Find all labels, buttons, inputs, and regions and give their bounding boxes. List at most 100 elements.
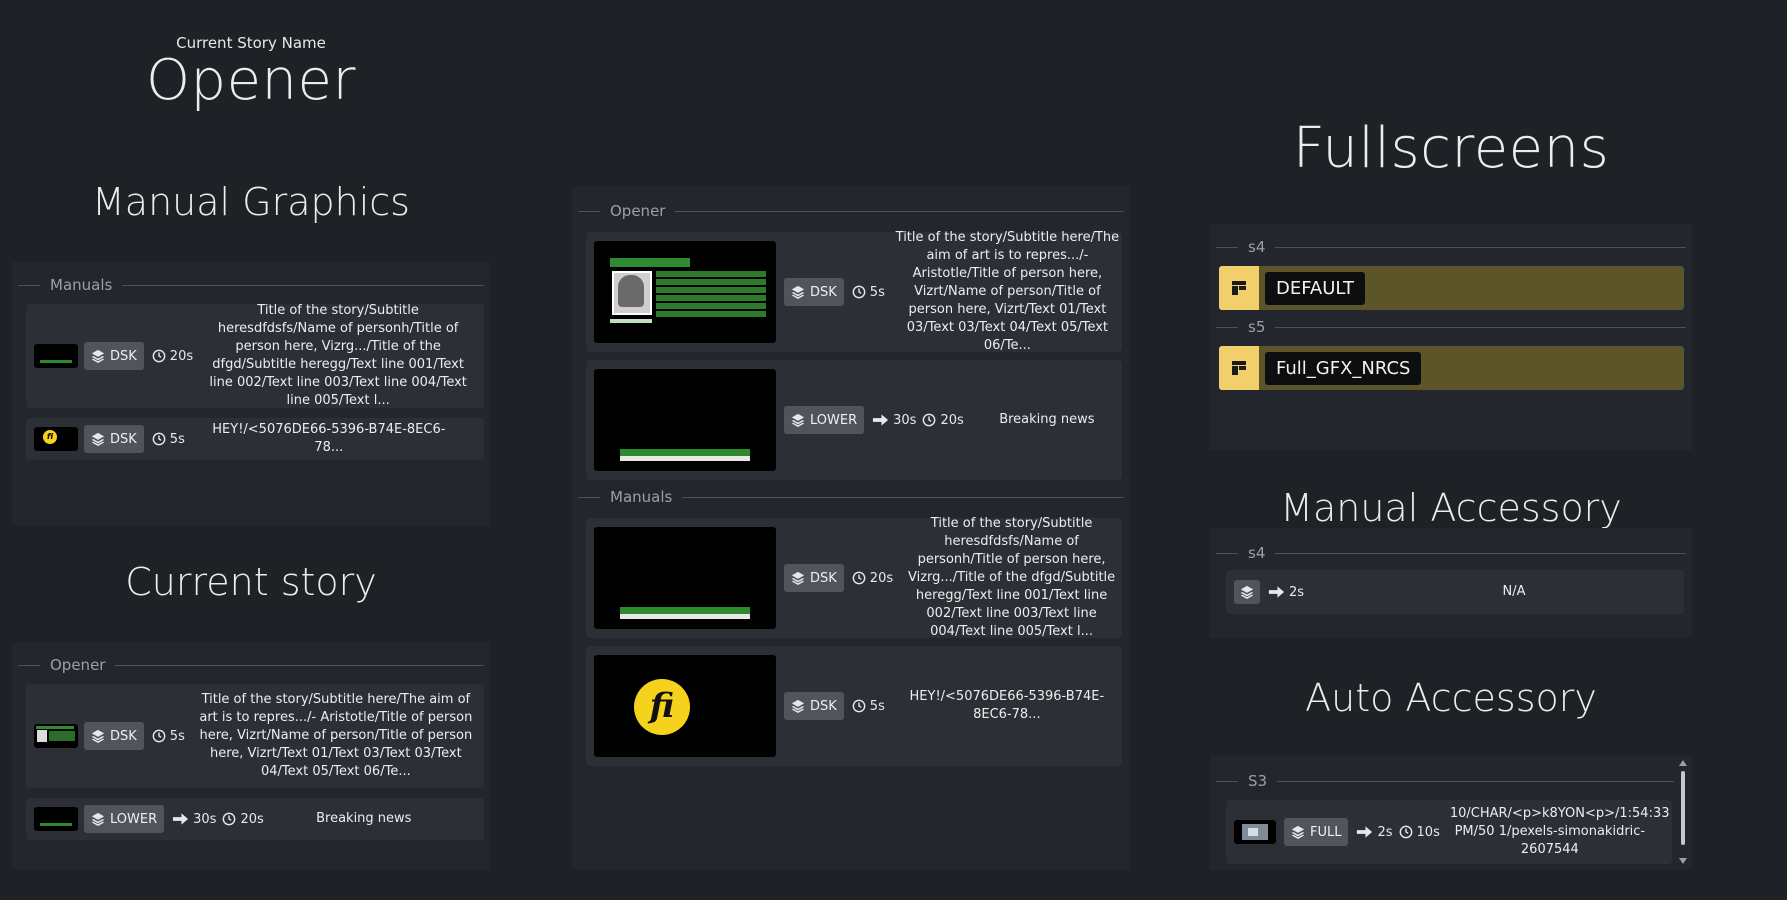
- transition: 2s: [1356, 824, 1393, 840]
- duration: 20s: [152, 349, 193, 364]
- item-description: 10/CHAR/<p>k8YON<p>/1:54:33 PM/50 1/pexe…: [1449, 806, 1670, 857]
- manual-graphics-panel: Manuals DSK 20s Title of the story/Subti…: [12, 262, 490, 526]
- clock-icon: [152, 729, 166, 743]
- duration-label: 5s: [169, 728, 185, 744]
- tag-label: DSK: [810, 698, 837, 714]
- auto-accessory-title: Auto Accessory: [1305, 676, 1597, 720]
- item-description: Title of the story/Subtitle heresdfdsfs/…: [209, 303, 467, 408]
- fullscreens-title: Fullscreens: [1292, 116, 1610, 181]
- duration-label: 10s: [1416, 824, 1440, 840]
- duration-label: 20s: [240, 811, 264, 827]
- scrollbar[interactable]: [1679, 760, 1687, 864]
- dsk-tag[interactable]: DSK: [784, 692, 844, 720]
- duration-label: 5s: [869, 284, 885, 300]
- group-header: Opener: [18, 656, 484, 674]
- duration: 5s: [852, 285, 885, 300]
- template-icon: [1219, 266, 1259, 310]
- full-tag[interactable]: FULL: [1284, 818, 1349, 846]
- manual-graphics-title: Manual Graphics: [92, 180, 410, 224]
- item-description: Breaking news: [999, 412, 1095, 427]
- rundown-item[interactable]: LOWER 30s 20s Breaking news: [586, 360, 1122, 480]
- layers-icon: [791, 699, 805, 713]
- current-story-name: Opener: [145, 48, 357, 113]
- transition: 30s: [872, 413, 916, 428]
- dsk-tag[interactable]: DSK: [84, 425, 144, 453]
- logo-icon: fi: [43, 430, 57, 444]
- layers-icon: [791, 413, 805, 427]
- dsk-tag[interactable]: DSK: [784, 564, 844, 592]
- group-label: S3: [1248, 772, 1268, 790]
- arrow-right-icon: [1268, 586, 1285, 598]
- group-header: S3: [1216, 772, 1674, 790]
- clock-icon: [852, 571, 866, 585]
- tag-label: DSK: [110, 431, 137, 447]
- duration: 5s: [152, 729, 185, 744]
- fullscreen-label: DEFAULT: [1265, 271, 1365, 305]
- layer-tag[interactable]: [1234, 580, 1260, 604]
- rundown-item[interactable]: fi DSK 5s HEY!/<5076DE66-5396-B74E-8EC6-…: [586, 646, 1122, 766]
- manual-accessory-panel: s4 2s N/A: [1210, 528, 1692, 638]
- transition-label: 2s: [1377, 824, 1393, 840]
- fullscreen-item[interactable]: Full_GFX_NRCS: [1219, 346, 1684, 390]
- accessory-item[interactable]: FULL 2s 10s 10/CHAR/<p>k8YON<p>/1:54:33 …: [1226, 800, 1672, 864]
- thumbnail: fi: [594, 655, 776, 757]
- item-description: HEY!/<5076DE66-5396-B74E-8EC6-78...: [909, 689, 1105, 722]
- duration: 20s: [922, 412, 964, 428]
- layers-icon: [791, 571, 805, 585]
- transition: 2s: [1268, 585, 1304, 600]
- dsk-tag[interactable]: DSK: [84, 722, 144, 750]
- story-item[interactable]: LOWER 30s 20s Breaking news: [26, 798, 484, 840]
- graphic-item[interactable]: DSK 20s Title of the story/Subtitle here…: [26, 303, 484, 408]
- clock-icon: [1399, 825, 1412, 839]
- thumbnail: [594, 369, 776, 471]
- layers-icon: [91, 349, 105, 363]
- fullscreen-item[interactable]: DEFAULT: [1219, 266, 1684, 310]
- thumbnail: [1234, 820, 1276, 844]
- story-item[interactable]: DSK 5s Title of the story/Subtitle here/…: [26, 684, 484, 788]
- rundown-panel: Opener DSK 5s Title of the story/Subtitl…: [572, 186, 1130, 870]
- item-description: N/A: [1502, 584, 1526, 599]
- template-icon: [1219, 346, 1259, 390]
- duration-label: 20s: [940, 412, 964, 428]
- lower-tag[interactable]: LOWER: [84, 805, 165, 833]
- graphic-item[interactable]: fi DSK 5s HEY!/<5076DE66-5396-B74E-8EC6-…: [26, 418, 484, 460]
- group-label: Manuals: [50, 276, 113, 294]
- transition-label: 30s: [893, 412, 917, 428]
- accessory-item[interactable]: 2s N/A: [1226, 570, 1684, 614]
- scrollbar-graphic: [1679, 760, 1687, 864]
- fullscreens-panel: s4 s5: [1210, 224, 1692, 450]
- item-description: Title of the story/Subtitle here/The aim…: [199, 692, 473, 779]
- thumbnail: [594, 241, 776, 343]
- group-label: Opener: [610, 202, 666, 220]
- fullscreen-label: Full_GFX_NRCS: [1265, 351, 1422, 385]
- transition-label: 2s: [1289, 584, 1305, 600]
- duration-label: 20s: [869, 570, 894, 586]
- duration: 20s: [222, 811, 264, 827]
- group-label: s4: [1248, 238, 1266, 256]
- transition-label: 30s: [193, 811, 217, 827]
- thumbnail: [34, 344, 78, 368]
- group-label: Opener: [50, 656, 106, 674]
- layers-icon: [91, 729, 105, 743]
- arrow-right-icon: [873, 414, 889, 426]
- rundown-item[interactable]: DSK 20s Title of the story/Subtitle here…: [586, 516, 1122, 639]
- clock-icon: [852, 285, 866, 299]
- group-header: s5: [1216, 318, 1686, 336]
- group-header: s4: [1216, 238, 1686, 256]
- duration-label: 5s: [169, 431, 185, 447]
- rundown-item[interactable]: DSK 5s Title of the story/Subtitle here/…: [586, 230, 1122, 353]
- lower-tag[interactable]: LOWER: [784, 406, 865, 434]
- current-story-title: Current story: [125, 560, 377, 604]
- clock-icon: [923, 413, 936, 427]
- clock-icon: [852, 699, 866, 713]
- duration-label: 5s: [869, 698, 885, 714]
- item-description: Breaking news: [316, 811, 412, 826]
- layers-icon: [91, 432, 105, 446]
- dsk-tag[interactable]: DSK: [784, 278, 844, 306]
- arrow-right-icon: [1357, 826, 1373, 838]
- tag-label: DSK: [110, 728, 137, 744]
- manual-accessory-title: Manual Accessory: [1280, 486, 1622, 530]
- tag-label: FULL: [1310, 824, 1342, 840]
- duration: 5s: [152, 432, 185, 447]
- dsk-tag[interactable]: DSK: [84, 342, 144, 370]
